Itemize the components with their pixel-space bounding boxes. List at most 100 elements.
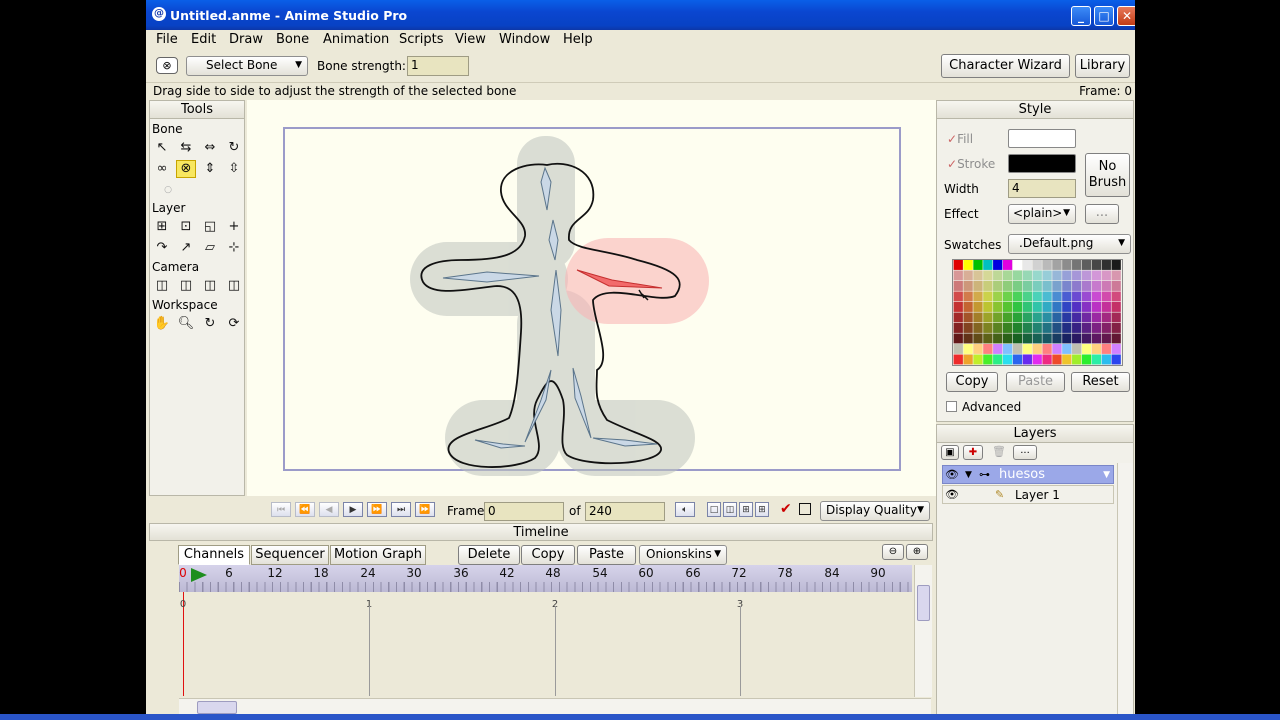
palette-swatch[interactable]	[1022, 291, 1032, 302]
width-input[interactable]: 4	[1008, 179, 1076, 198]
palette-swatch[interactable]	[1072, 260, 1082, 270]
palette-swatch[interactable]	[1032, 281, 1042, 291]
fill-color-swatch[interactable]	[1008, 129, 1076, 148]
manipulate-bones-icon[interactable]: ⇕	[200, 160, 220, 178]
palette-swatch[interactable]	[1052, 281, 1062, 291]
palette-swatch[interactable]	[983, 291, 993, 302]
palette-swatch[interactable]	[1091, 354, 1102, 365]
track-camera-icon[interactable]: ◫	[152, 277, 172, 295]
palette-swatch[interactable]	[993, 333, 1003, 344]
zoom-in-timeline-button[interactable]: ⊕	[906, 544, 928, 560]
palette-swatch[interactable]	[1091, 344, 1102, 354]
palette-swatch[interactable]	[1052, 260, 1062, 270]
palette-swatch[interactable]	[1042, 333, 1052, 344]
palette-swatch[interactable]	[1081, 312, 1092, 323]
frame-ruler[interactable]: 0 6 12 18 24 30 36 42 48 54 60 66 72 78 …	[179, 565, 912, 592]
stroke-color-swatch[interactable]	[1008, 154, 1076, 173]
palette-swatch[interactable]	[963, 333, 973, 344]
checkmark-icon[interactable]: ✔	[780, 502, 794, 517]
palette-swatch[interactable]	[953, 333, 963, 344]
palette-swatch[interactable]	[1091, 333, 1102, 344]
fast-forward-icon[interactable]: ⏩	[415, 502, 435, 517]
palette-swatch[interactable]	[1081, 323, 1092, 333]
palette-swatch[interactable]	[1072, 281, 1082, 291]
palette-swatch[interactable]	[993, 270, 1003, 281]
palette-swatch[interactable]	[1072, 354, 1082, 365]
palette-swatch[interactable]	[1032, 260, 1042, 270]
bone-strength-input[interactable]: 1	[407, 56, 469, 76]
rotate-layer-xy-icon[interactable]: ↗	[176, 239, 196, 257]
menu-edit[interactable]: Edit	[191, 32, 216, 47]
palette-swatch[interactable]	[1012, 323, 1023, 333]
palette-swatch[interactable]	[1042, 260, 1052, 270]
palette-swatch[interactable]	[1052, 270, 1062, 281]
palette-swatch[interactable]	[953, 270, 963, 281]
bone-physics-icon[interactable]: ∞	[152, 160, 172, 178]
scale-bone-icon[interactable]: ⇔	[200, 139, 220, 157]
scale-layer-icon[interactable]: ⊡	[176, 218, 196, 236]
palette-swatch[interactable]	[953, 354, 963, 365]
rotate-workspace-icon[interactable]: ↻	[200, 315, 220, 333]
palette-swatch[interactable]	[1091, 323, 1102, 333]
palette-swatch[interactable]	[963, 270, 973, 281]
switch-layer-icon[interactable]: ⊹	[224, 239, 244, 257]
zoom-out-timeline-button[interactable]: ⊖	[882, 544, 904, 560]
palette-swatch[interactable]	[973, 333, 983, 344]
palette-swatch[interactable]	[983, 270, 993, 281]
palette-swatch[interactable]	[1072, 344, 1082, 354]
palette-swatch[interactable]	[1101, 354, 1111, 365]
title-bar[interactable]: @ Untitled.anme - Anime Studio Pro _ □ ✕	[146, 0, 1135, 30]
copy-style-button[interactable]: Copy	[946, 372, 998, 392]
palette-swatch[interactable]	[1062, 333, 1072, 344]
duplicate-layer-button[interactable]: ✚	[963, 445, 983, 460]
palette-swatch[interactable]	[1052, 354, 1062, 365]
palette-swatch[interactable]	[1012, 333, 1023, 344]
visibility-eye-icon[interactable]: 👁︎	[945, 466, 959, 484]
swatches-dropdown[interactable]: .Default.png ▼	[1008, 234, 1131, 254]
palette-swatch[interactable]	[1101, 270, 1111, 281]
palette-swatch[interactable]	[1012, 260, 1023, 270]
palette-swatch[interactable]	[1002, 333, 1013, 344]
palette-swatch[interactable]	[983, 323, 993, 333]
palette-swatch[interactable]	[993, 323, 1003, 333]
palette-swatch[interactable]	[1052, 302, 1062, 312]
palette-swatch[interactable]	[1101, 344, 1111, 354]
palette-swatch[interactable]	[993, 260, 1003, 270]
palette-swatch[interactable]	[1042, 270, 1052, 281]
palette-swatch[interactable]	[1022, 281, 1032, 291]
palette-swatch[interactable]	[983, 344, 993, 354]
rewind-icon[interactable]: ⏮	[271, 502, 291, 517]
palette-swatch[interactable]	[953, 281, 963, 291]
palette-swatch[interactable]	[993, 344, 1003, 354]
palette-swatch[interactable]	[973, 312, 983, 323]
palette-swatch[interactable]	[973, 260, 983, 270]
flip-layer-icon[interactable]: ↷	[152, 239, 172, 257]
palette-swatch[interactable]	[1062, 270, 1072, 281]
orbit-workspace-icon[interactable]: ⟳	[224, 315, 244, 333]
palette-swatch[interactable]	[1081, 302, 1092, 312]
palette-swatch[interactable]	[1062, 260, 1072, 270]
palette-swatch[interactable]	[1012, 281, 1023, 291]
palette-swatch[interactable]	[1022, 312, 1032, 323]
palette-swatch[interactable]	[1111, 354, 1121, 365]
palette-swatch[interactable]	[1081, 291, 1092, 302]
copy-keys-button[interactable]: Copy	[521, 545, 575, 565]
offset-bone-icon[interactable]: ○	[158, 181, 178, 199]
palette-swatch[interactable]	[1081, 344, 1092, 354]
library-button[interactable]: Library	[1075, 54, 1130, 78]
palette-swatch[interactable]	[1062, 291, 1072, 302]
palette-swatch[interactable]	[1101, 302, 1111, 312]
palette-swatch[interactable]	[1032, 291, 1042, 302]
fill-check-icon[interactable]: ✓	[947, 132, 957, 146]
next-frame-icon[interactable]: ⏩	[367, 502, 387, 517]
rotate-layer-icon[interactable]: ◱	[200, 218, 220, 236]
palette-swatch[interactable]	[963, 291, 973, 302]
palette-swatch[interactable]	[1022, 354, 1032, 365]
palette-swatch[interactable]	[1032, 312, 1042, 323]
palette-swatch[interactable]	[953, 302, 963, 312]
palette-swatch[interactable]	[1052, 333, 1062, 344]
palette-swatch[interactable]	[1111, 302, 1121, 312]
palette-swatch[interactable]	[1042, 302, 1052, 312]
layer-settings-button[interactable]: ...	[1013, 445, 1037, 460]
delete-layer-icon[interactable]: 🗑︎	[990, 445, 1008, 460]
